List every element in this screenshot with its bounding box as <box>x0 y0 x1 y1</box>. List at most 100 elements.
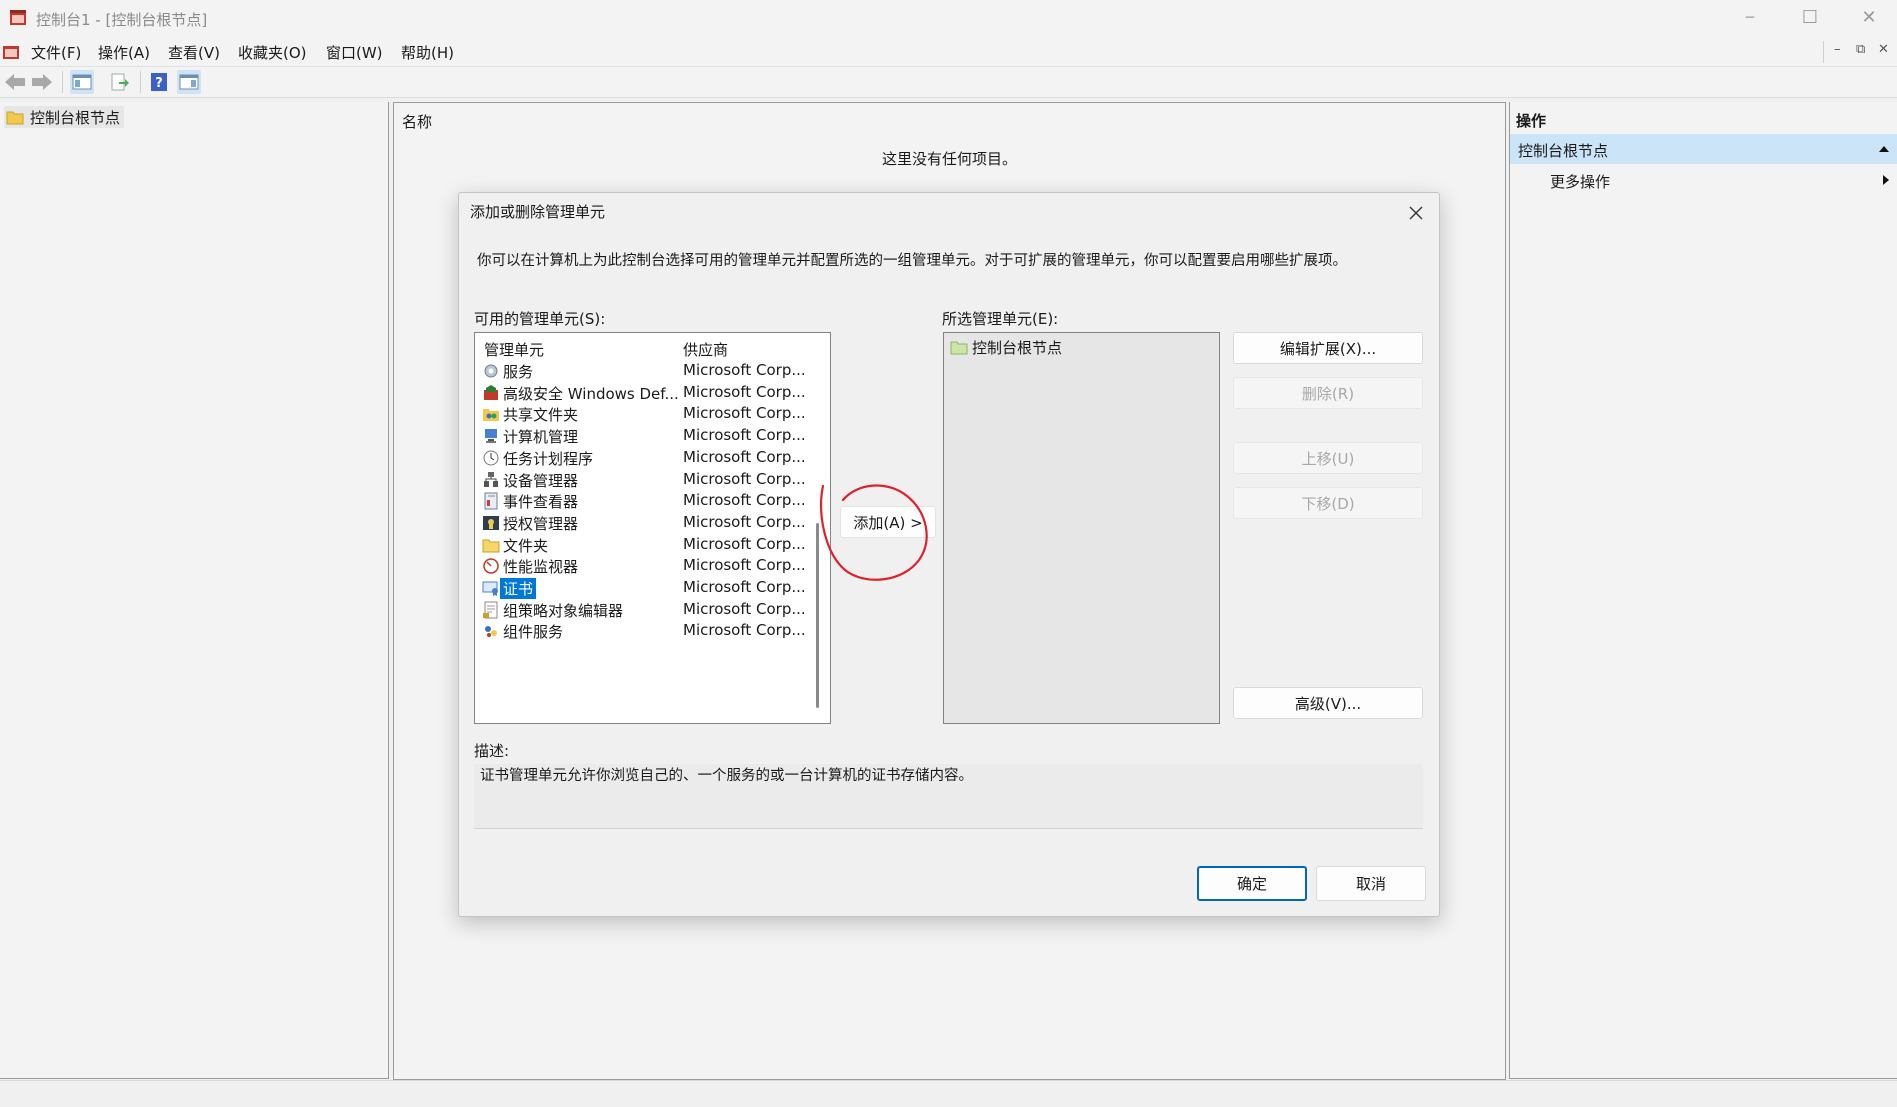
snapin-vendor: Microsoft Corp... <box>683 426 806 445</box>
window-title: 控制台1 - [控制台根节点] <box>36 11 208 29</box>
actions-pane: 操作 控制台根节点 更多操作 <box>1509 102 1897 1079</box>
actions-section-root[interactable]: 控制台根节点 <box>1510 134 1897 164</box>
tree-node-label: 控制台根节点 <box>30 108 121 127</box>
menu-help[interactable]: 帮助(H) <box>401 42 454 63</box>
help-icon: ? <box>151 73 167 91</box>
column-header-snapin[interactable]: 管理单元 <box>484 339 544 360</box>
show-hide-tree-button[interactable] <box>70 70 94 94</box>
component-icon <box>485 626 497 638</box>
snapin-vendor: Microsoft Corp... <box>683 556 806 575</box>
available-label: 可用的管理单元(S): <box>474 310 606 328</box>
add-remove-snapins-dialog: 添加或删除管理单元 你可以在计算机上为此控制台选择可用的管理单元并配置所选的一组… <box>458 192 1440 917</box>
snapin-vendor: Microsoft Corp... <box>683 534 806 553</box>
status-bar <box>0 1080 1897 1107</box>
remove-button[interactable]: 删除(R) <box>1233 377 1423 409</box>
event-log-icon <box>484 492 498 510</box>
minimize-button[interactable]: ─ <box>1738 6 1762 30</box>
collapse-up-icon <box>1879 146 1889 152</box>
list-scrollbar-thumb[interactable] <box>816 523 819 708</box>
snapin-vendor: Microsoft Corp... <box>683 621 806 640</box>
folder-icon <box>482 539 500 553</box>
export-list-button[interactable] <box>108 70 132 94</box>
certificate-icon <box>482 581 498 596</box>
device-icon <box>484 471 498 487</box>
maximize-button[interactable]: ☐ <box>1798 6 1822 30</box>
console-tree-pane: 控制台根节点 <box>0 102 389 1079</box>
policy-icon <box>483 601 498 619</box>
snapin-name: 组件服务 <box>503 623 564 642</box>
snapin-vendor: Microsoft Corp... <box>683 404 806 423</box>
dialog-intro: 你可以在计算机上为此控制台选择可用的管理单元并配置所选的一组管理单元。对于可扩展… <box>477 253 1347 269</box>
menu-bar: 文件(F) 操作(A) 查看(V) 收藏夹(O) 窗口(W) 帮助(H) – ⧉… <box>0 38 1897 67</box>
description-label: 描述: <box>474 742 510 760</box>
mdi-restore-button[interactable]: ⧉ <box>1856 42 1865 57</box>
gauge-icon <box>483 558 499 575</box>
column-header-vendor[interactable]: 供应商 <box>683 339 728 360</box>
forward-arrow-icon <box>32 74 52 90</box>
submenu-arrow-icon <box>1883 175 1889 185</box>
clock-icon <box>483 450 499 466</box>
export-icon <box>111 73 129 91</box>
add-button[interactable]: 添加(A) > <box>840 506 936 538</box>
computer-management-icon <box>485 429 497 444</box>
move-down-button[interactable]: 下移(D) <box>1233 487 1423 519</box>
actions-header: 操作 <box>1516 112 1547 130</box>
ok-button[interactable]: 确定 <box>1197 866 1307 901</box>
menu-favorites[interactable]: 收藏夹(O) <box>238 42 307 63</box>
menu-window[interactable]: 窗口(W) <box>326 42 383 63</box>
dialog-title: 添加或删除管理单元 <box>470 203 606 221</box>
mmc-app-icon <box>10 10 26 25</box>
selected-label: 所选管理单元(E): <box>942 310 1059 328</box>
available-snapins-list[interactable]: 管理单元 供应商 服务 Microsoft Corp... 高级安全 Windows… <box>474 332 831 724</box>
tree-node-root[interactable]: 控制台根节点 <box>4 106 125 128</box>
back-button[interactable] <box>3 70 27 94</box>
toolbar: ? <box>0 67 1897 98</box>
help-button[interactable]: ? <box>147 70 171 94</box>
snapin-vendor: Microsoft Corp... <box>683 599 806 618</box>
back-arrow-icon <box>5 74 25 90</box>
dialog-titlebar: 添加或删除管理单元 <box>459 193 1439 229</box>
folder-icon <box>6 111 24 125</box>
menu-file[interactable]: 文件(F) <box>31 42 81 63</box>
dialog-close-icon[interactable] <box>1409 206 1423 220</box>
advanced-button[interactable]: 高级(V)... <box>1233 687 1423 719</box>
console-tree-icon <box>72 74 92 90</box>
cancel-button[interactable]: 取消 <box>1316 866 1426 901</box>
edit-extensions-button[interactable]: 编辑扩展(X)... <box>1233 332 1423 364</box>
authorization-icon <box>483 515 499 530</box>
more-actions-item[interactable]: 更多操作 <box>1510 166 1897 194</box>
mdi-close-button[interactable]: ✕ <box>1878 42 1889 57</box>
firewall-icon <box>484 384 498 400</box>
mdi-minimize-button[interactable]: – <box>1834 42 1841 57</box>
snapin-vendor: Microsoft Corp... <box>683 578 806 596</box>
more-actions-label: 更多操作 <box>1550 173 1611 191</box>
column-header-name[interactable]: 名称 <box>402 111 432 132</box>
snapin-vendor: Microsoft Corp... <box>683 491 806 510</box>
menubar-separator <box>1823 41 1824 63</box>
show-hide-action-pane-button[interactable] <box>177 70 201 94</box>
title-bar: 控制台1 - [控制台根节点] ─ ☐ ✕ <box>0 0 1897 38</box>
description-box: 证书管理单元允许你浏览自己的、一个服务的或一台计算机的证书存储内容。 <box>474 764 1423 829</box>
selected-item[interactable]: 控制台根节点 <box>950 337 1062 357</box>
forward-button[interactable] <box>30 70 54 94</box>
snapin-vendor: Microsoft Corp... <box>683 512 806 531</box>
description-text: 证书管理单元允许你浏览自己的、一个服务的或一台计算机的证书存储内容。 <box>480 768 973 784</box>
actions-section-label: 控制台根节点 <box>1518 142 1609 160</box>
snapin-row[interactable]: 组件服务 Microsoft Corp... <box>479 618 819 644</box>
menu-view[interactable]: 查看(V) <box>168 42 220 63</box>
mmc-document-icon <box>3 46 19 59</box>
folder-icon <box>950 341 968 355</box>
snapin-vendor: Microsoft Corp... <box>683 447 806 466</box>
close-button[interactable]: ✕ <box>1857 6 1881 30</box>
snapin-vendor: Microsoft Corp... <box>683 382 806 401</box>
selected-snapins-list[interactable]: 控制台根节点 <box>943 332 1220 724</box>
action-pane-icon <box>179 74 199 90</box>
shared-folder-icon <box>483 409 499 422</box>
gear-icon <box>484 364 498 378</box>
svg-text:?: ? <box>155 76 163 91</box>
toolbar-separator <box>140 71 141 93</box>
empty-message: 这里没有任何项目。 <box>881 150 1017 168</box>
move-up-button[interactable]: 上移(U) <box>1233 442 1423 474</box>
selected-item-label: 控制台根节点 <box>972 338 1063 357</box>
menu-action[interactable]: 操作(A) <box>98 42 150 63</box>
